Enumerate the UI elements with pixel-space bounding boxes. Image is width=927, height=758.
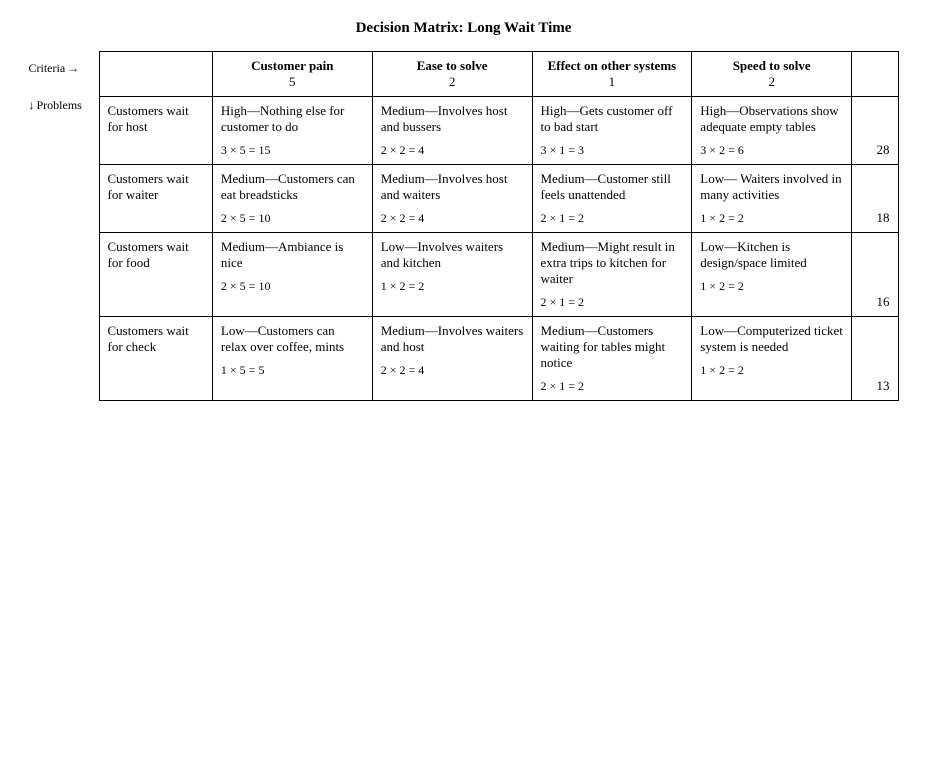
row-0-customer-pain: High—Nothing else for customer to do 3 × … — [212, 97, 372, 165]
row-2-customer-pain: Medium—Ambiance is nice 2 × 5 = 10 — [212, 233, 372, 317]
axis-labels: Criteria → ↓ Problems — [29, 51, 99, 113]
row-3-effect: Medium—Customers waiting for tables migh… — [532, 317, 692, 401]
row-1-speed-desc: Low— Waiters involved in many activities — [700, 171, 843, 203]
row-1-cp-calc: 2 × 5 = 10 — [221, 211, 364, 226]
row-1-score: 18 — [852, 165, 898, 233]
header-row: Customer pain 5 Ease to solve 2 Effect o… — [99, 52, 898, 97]
row-0-ease-desc: Medium—Involves host and bussers — [381, 103, 524, 135]
row-2-speed-desc: Low—Kitchen is design/space limited — [700, 239, 843, 271]
row-0-effect: High—Gets customer off to bad start 3 × 1… — [532, 97, 692, 165]
row-0-ease: Medium—Involves host and bussers 2 × 2 = … — [372, 97, 532, 165]
row-3-speed-calc: 1 × 2 = 2 — [700, 363, 843, 378]
row-3-ease-calc: 2 × 2 = 4 — [381, 363, 524, 378]
row-0-cp-desc: High—Nothing else for customer to do — [221, 103, 364, 135]
row-1-problem: Customers wait for waiter — [99, 165, 212, 233]
row-0-cp-calc: 3 × 5 = 15 — [221, 143, 364, 158]
row-0-speed-calc: 3 × 2 = 6 — [700, 143, 843, 158]
decision-matrix-table: Customer pain 5 Ease to solve 2 Effect o… — [99, 51, 899, 401]
row-1-ease: Medium—Involves host and waiters 2 × 2 = … — [372, 165, 532, 233]
arrow-right-icon: → — [67, 61, 79, 76]
table-row: Customers wait for waiterMedium—Customer… — [99, 165, 898, 233]
row-0-problem: Customers wait for host — [99, 97, 212, 165]
row-0-ease-calc: 2 × 2 = 4 — [381, 143, 524, 158]
row-2-ease-desc: Low—Involves waiters and kitchen — [381, 239, 524, 271]
col-header-speed: Speed to solve 2 — [692, 52, 852, 97]
row-2-score: 16 — [852, 233, 898, 317]
row-3-speed: Low—Computerized ticket system is needed… — [692, 317, 852, 401]
table-row: Customers wait for hostHigh—Nothing else… — [99, 97, 898, 165]
row-2-cp-calc: 2 × 5 = 10 — [221, 279, 364, 294]
row-3-score: 13 — [852, 317, 898, 401]
row-1-cp-desc: Medium—Customers can eat breadsticks — [221, 171, 364, 203]
row-1-effect-calc: 2 × 1 = 2 — [541, 211, 684, 226]
row-3-effect-desc: Medium—Customers waiting for tables migh… — [541, 323, 684, 371]
criteria-label: Criteria → — [29, 61, 99, 76]
row-1-speed: Low— Waiters involved in many activities… — [692, 165, 852, 233]
matrix-table-wrapper: Customer pain 5 Ease to solve 2 Effect o… — [99, 51, 899, 401]
row-2-problem: Customers wait for food — [99, 233, 212, 317]
row-0-score: 28 — [852, 97, 898, 165]
problems-text: Problems — [37, 98, 82, 113]
criteria-text: Criteria — [29, 61, 66, 76]
row-3-cp-calc: 1 × 5 = 5 — [221, 363, 364, 378]
row-3-effect-calc: 2 × 1 = 2 — [541, 379, 684, 394]
col-header-problem — [99, 52, 212, 97]
row-0-speed: High—Observations show adequate empty ta… — [692, 97, 852, 165]
row-2-effect-calc: 2 × 1 = 2 — [541, 295, 684, 310]
page-title: Decision Matrix: Long Wait Time — [29, 20, 899, 37]
page-wrapper: Decision Matrix: Long Wait Time Criteria… — [29, 20, 899, 401]
col-header-ease: Ease to solve 2 — [372, 52, 532, 97]
row-2-cp-desc: Medium—Ambiance is nice — [221, 239, 364, 271]
row-1-speed-calc: 1 × 2 = 2 — [700, 211, 843, 226]
col-header-effect: Effect on other systems 1 — [532, 52, 692, 97]
row-2-ease: Low—Involves waiters and kitchen 1 × 2 = … — [372, 233, 532, 317]
arrow-down-icon: ↓ — [29, 98, 35, 113]
row-3-cp-desc: Low—Customers can relax over coffee, min… — [221, 323, 364, 355]
row-1-effect: Medium—Customer still feels unattended 2 … — [532, 165, 692, 233]
col-header-score — [852, 52, 898, 97]
row-3-customer-pain: Low—Customers can relax over coffee, min… — [212, 317, 372, 401]
row-1-customer-pain: Medium—Customers can eat breadsticks 2 × … — [212, 165, 372, 233]
row-1-ease-desc: Medium—Involves host and waiters — [381, 171, 524, 203]
problems-label: ↓ Problems — [29, 98, 99, 113]
row-2-effect: Medium—Might result in extra trips to ki… — [532, 233, 692, 317]
table-row: Customers wait for check Low—Customers ca… — [99, 317, 898, 401]
row-1-effect-desc: Medium—Customer still feels unattended — [541, 171, 684, 203]
row-3-ease: Medium—Involves waiters and host 2 × 2 = … — [372, 317, 532, 401]
row-2-effect-desc: Medium—Might result in extra trips to ki… — [541, 239, 684, 287]
col-header-customer-pain: Customer pain 5 — [212, 52, 372, 97]
row-3-speed-desc: Low—Computerized ticket system is needed — [700, 323, 843, 355]
row-2-ease-calc: 1 × 2 = 2 — [381, 279, 524, 294]
row-2-speed-calc: 1 × 2 = 2 — [700, 279, 843, 294]
row-2-speed: Low—Kitchen is design/space limited 1 × 2… — [692, 233, 852, 317]
row-1-ease-calc: 2 × 2 = 4 — [381, 211, 524, 226]
row-3-ease-desc: Medium—Involves waiters and host — [381, 323, 524, 355]
row-0-speed-desc: High—Observations show adequate empty ta… — [700, 103, 843, 135]
row-3-problem: Customers wait for check — [99, 317, 212, 401]
table-row: Customers wait for foodMedium—Ambiance i… — [99, 233, 898, 317]
row-0-effect-calc: 3 × 1 = 3 — [541, 143, 684, 158]
row-0-effect-desc: High—Gets customer off to bad start — [541, 103, 684, 135]
